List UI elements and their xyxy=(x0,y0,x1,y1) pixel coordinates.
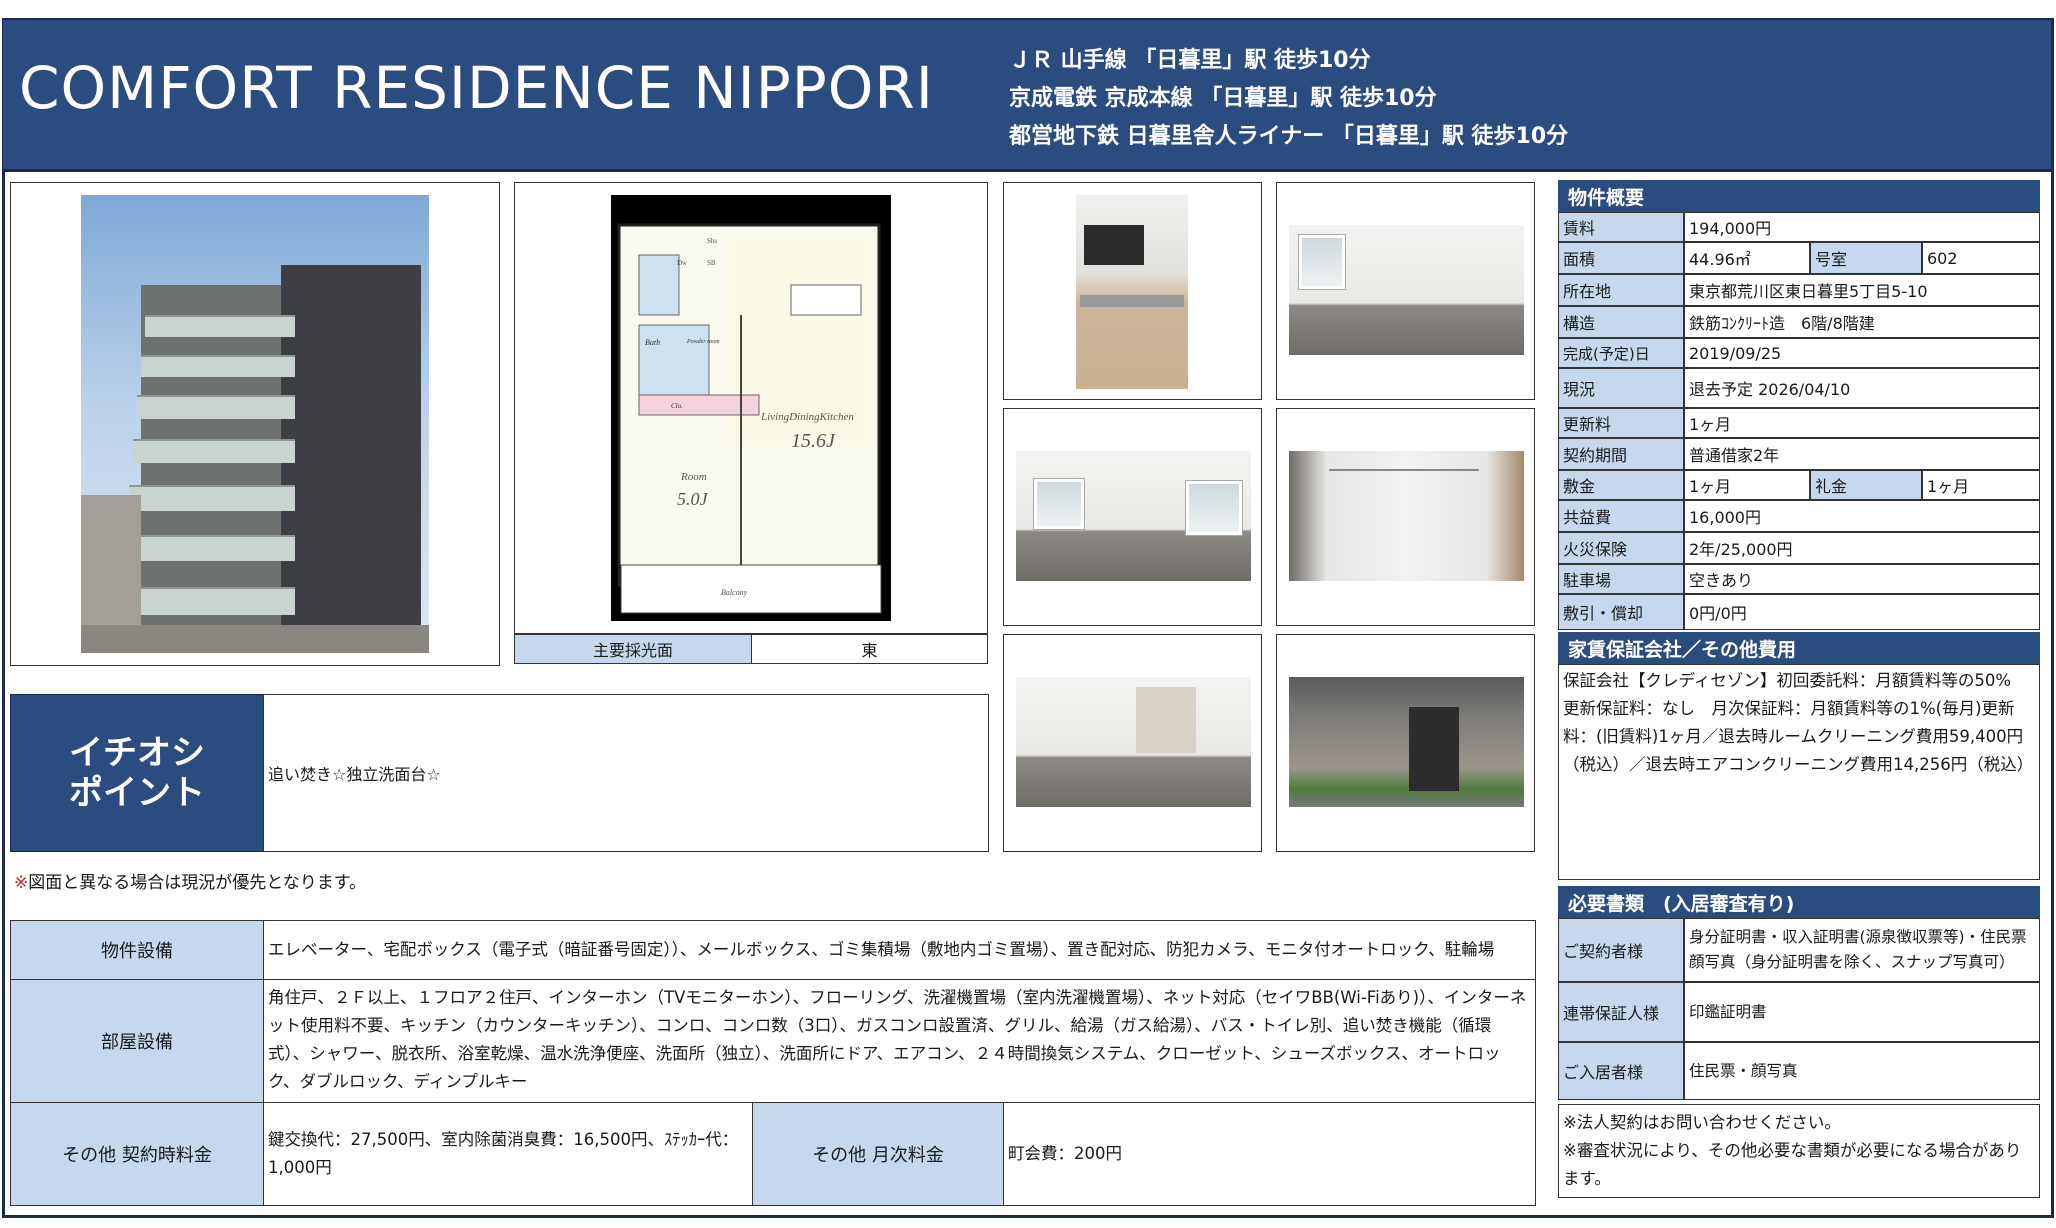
room-equipment-value: 角住戸、２Ｆ以上、１フロア２住戸、インターホン（TVモニターホン）、フローリング… xyxy=(263,979,1536,1103)
screening-note: ※審査状況により、その他必要な書類が必要になる場合があります。 xyxy=(1563,1141,2022,1188)
fp-balcony-label: Balcony xyxy=(721,588,748,597)
common-fee-label: 共益費 xyxy=(1558,500,1684,532)
room-photo-3-frame xyxy=(1003,634,1262,852)
kitchen-photo-frame xyxy=(1003,182,1262,400)
monthly-fee-value: 町会費：200円 xyxy=(1003,1102,1536,1206)
area-value: 44.96㎡ xyxy=(1684,242,1810,274)
fp-sb-label: SB xyxy=(707,259,716,267)
documents-notes: ※法人契約はお問い合わせください。 ※審査状況により、その他必要な書類が必要にな… xyxy=(1558,1104,2040,1198)
contract-fee-value: 鍵交換代：27,500円、室内除菌消臭費：16,500円、ｽﾃｯｶｰ代：1,00… xyxy=(263,1102,753,1206)
fp-bath-label: Bath xyxy=(645,338,660,347)
lighting-value: 東 xyxy=(751,634,988,664)
pick-point-value: 追い焚き☆独立洗面台☆ xyxy=(263,694,989,852)
status-value: 退去予定 2026/04/10 xyxy=(1684,368,2040,408)
entrance-photo-frame xyxy=(1276,634,1535,852)
fp-room-size: 5.0J xyxy=(677,489,709,509)
documents-heading: 必要書類 (入居審査有り) xyxy=(1558,886,2040,918)
fp-ldk-label: LivingDiningKitchen xyxy=(760,411,854,423)
overview-heading: 物件概要 xyxy=(1558,180,2040,212)
fp-powder-label: Powder room xyxy=(686,339,720,345)
pick-point-label: イチオシ ポイント xyxy=(10,694,264,852)
pick-label-line1: イチオシ xyxy=(69,733,205,773)
joint-guarantor-value: 印鑑証明書 xyxy=(1684,982,2040,1042)
entrance-photo xyxy=(1289,677,1524,807)
fp-closet-label: Clo. xyxy=(671,402,683,410)
access-line: ＪＲ 山手線 「日暮里」駅 徒歩10分 xyxy=(1009,48,1371,73)
parking-label: 駐車場 xyxy=(1558,564,1684,594)
joint-guarantor-label: 連帯保証人様 xyxy=(1558,982,1684,1042)
closet-photo-frame xyxy=(1276,408,1535,626)
key-money-value: 1ヶ月 xyxy=(1922,470,2040,500)
fp-ldk-size: 15.6J xyxy=(791,430,836,452)
floorplan-frame: Bath Powder room Clo. Room 5.0J LivingDi… xyxy=(514,182,988,634)
building-equipment-label: 物件設備 xyxy=(10,920,264,980)
resident-value: 住民票・顔写真 xyxy=(1684,1042,2040,1100)
guarantee-heading: 家賃保証会社／その他費用 xyxy=(1558,632,2040,664)
monthly-fee-label: その他 月次料金 xyxy=(752,1102,1004,1206)
key-money-label: 礼金 xyxy=(1810,470,1922,500)
fp-dw-label: Dw xyxy=(677,259,688,267)
guarantee-text: 保証会社【クレディセゾン】初回委託料：月額賃料等の50% 更新保証料：なし 月次… xyxy=(1558,664,2040,880)
building-photo-frame xyxy=(10,182,500,666)
kitchen-photo xyxy=(1076,195,1188,389)
contractor-value: 身分証明書・収入証明書(源泉徴収票等)・住民票 顔写真（身分証明書を除く、スナッ… xyxy=(1684,918,2042,982)
deduction-label: 敷引・償却 xyxy=(1558,594,1684,630)
rent-label: 賃料 xyxy=(1558,212,1684,242)
floorplan-drawing: Bath Powder room Clo. Room 5.0J LivingDi… xyxy=(617,223,882,614)
fp-shs-label: Shs xyxy=(707,237,717,245)
deposit-label: 敷金 xyxy=(1558,470,1684,500)
room-number-value: 602 xyxy=(1922,242,2040,274)
term-label: 契約期間 xyxy=(1558,438,1684,470)
room-photo-2-frame xyxy=(1003,408,1262,626)
completed-label: 完成(予定)日 xyxy=(1558,338,1684,368)
insurance-value: 2年/25,000円 xyxy=(1684,532,2040,564)
parking-value: 空きあり xyxy=(1684,564,2040,594)
access-line: 都営地下鉄 日暮里舎人ライナー 「日暮里」駅 徒歩10分 xyxy=(1009,124,1569,149)
term-value: 普通借家2年 xyxy=(1684,438,2040,470)
building-photo xyxy=(81,195,429,653)
renewal-value: 1ヶ月 xyxy=(1684,408,2040,438)
contractor-label: ご契約者様 xyxy=(1558,918,1684,982)
corporate-note: ※法人契約はお問い合わせください。 xyxy=(1563,1113,1841,1132)
room-photo-1 xyxy=(1289,225,1524,355)
fp-room-label: Room xyxy=(680,471,707,483)
closet-photo xyxy=(1289,451,1524,581)
property-title: COMFORT RESIDENCE NIPPORI xyxy=(19,54,934,122)
address-value: 東京都荒川区東日暮里5丁目5-10 xyxy=(1684,274,2040,306)
deposit-value: 1ヶ月 xyxy=(1684,470,1810,500)
station-access-list: ＪＲ 山手線 「日暮里」駅 徒歩10分 京成電鉄 京成本線 「日暮里」駅 徒歩1… xyxy=(1009,42,1568,156)
note-mark: ※ xyxy=(14,873,29,893)
address-label: 所在地 xyxy=(1558,274,1684,306)
completed-value: 2019/09/25 xyxy=(1684,338,2040,368)
room-equipment-label: 部屋設備 xyxy=(10,979,264,1103)
note-text: 図面と異なる場合は現況が優先となります。 xyxy=(28,873,367,893)
pick-label-line2: ポイント xyxy=(69,773,205,813)
status-label: 現況 xyxy=(1558,368,1684,408)
area-label: 面積 xyxy=(1558,242,1684,274)
insurance-label: 火災保険 xyxy=(1558,532,1684,564)
plan-note: ※図面と異なる場合は現況が優先となります。 xyxy=(14,868,366,893)
structure-label: 構造 xyxy=(1558,306,1684,338)
header-bar: COMFORT RESIDENCE NIPPORI ＪＲ 山手線 「日暮里」駅 … xyxy=(3,20,2051,172)
resident-label: ご入居者様 xyxy=(1558,1042,1684,1100)
room-photo-3 xyxy=(1016,677,1251,807)
common-fee-value: 16,000円 xyxy=(1684,500,2040,532)
structure-value: 鉄筋ｺﾝｸﾘｰﾄ造 6階/8階建 xyxy=(1684,306,2040,338)
floorplan-image: Bath Powder room Clo. Room 5.0J LivingDi… xyxy=(611,195,891,621)
renewal-label: 更新料 xyxy=(1558,408,1684,438)
deduction-value: 0円/0円 xyxy=(1684,594,2040,630)
lighting-label: 主要採光面 xyxy=(514,634,752,664)
rent-value: 194,000円 xyxy=(1684,212,2040,242)
room-photo-2 xyxy=(1016,451,1251,581)
room-photo-1-frame xyxy=(1276,182,1535,400)
building-equipment-value: エレベーター、宅配ボックス（電子式（暗証番号固定））、メールボックス、ゴミ集積場… xyxy=(263,920,1536,980)
room-number-label: 号室 xyxy=(1810,242,1922,274)
access-line: 京成電鉄 京成本線 「日暮里」駅 徒歩10分 xyxy=(1009,86,1437,111)
contract-fee-label: その他 契約時料金 xyxy=(10,1102,264,1206)
